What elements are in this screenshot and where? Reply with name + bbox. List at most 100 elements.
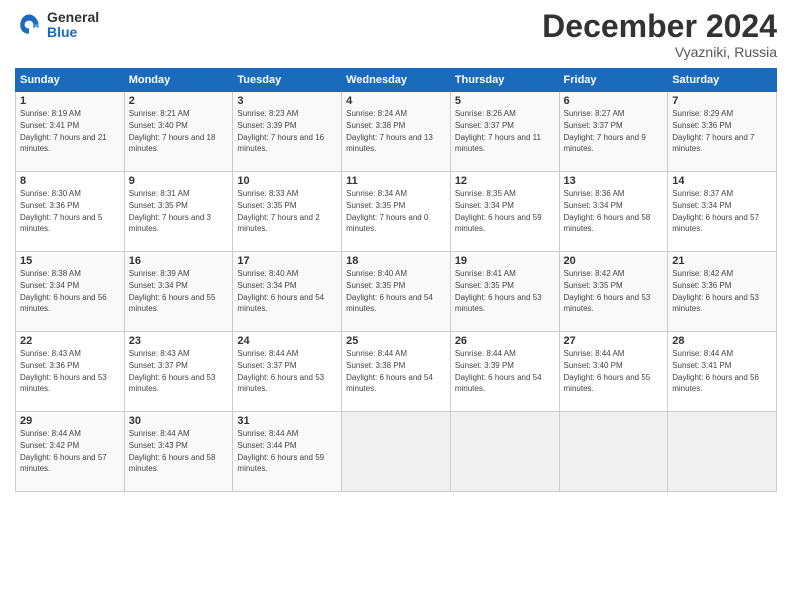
day-number: 6 [564, 95, 664, 107]
day-number: 28 [672, 335, 772, 347]
calendar-cell: 3Sunrise: 8:23 AMSunset: 3:39 PMDaylight… [233, 92, 342, 172]
month-title: December 2024 [542, 10, 777, 42]
calendar-cell: 12 Sunrise: 8:35 AMSunset: 3:34 PMDayligh… [450, 172, 559, 252]
col-header-saturday: Saturday [668, 69, 777, 92]
calendar-cell: 23 Sunrise: 8:43 AMSunset: 3:37 PMDayligh… [124, 332, 233, 412]
calendar-cell: 4 Sunrise: 8:24 AMSunset: 3:38 PMDaylight… [342, 92, 451, 172]
day-number: 18 [346, 255, 446, 267]
day-detail: Sunrise: 8:40 AMSunset: 3:35 PMDaylight:… [346, 269, 433, 313]
calendar-cell: 6 Sunrise: 8:27 AMSunset: 3:37 PMDaylight… [559, 92, 668, 172]
calendar-cell: 2Sunrise: 8:21 AMSunset: 3:40 PMDaylight… [124, 92, 233, 172]
calendar-cell: 11 Sunrise: 8:34 AMSunset: 3:35 PMDayligh… [342, 172, 451, 252]
week-row-3: 15 Sunrise: 8:38 AMSunset: 3:34 PMDayligh… [16, 252, 777, 332]
calendar-cell: 17 Sunrise: 8:40 AMSunset: 3:34 PMDayligh… [233, 252, 342, 332]
logo: General Blue [15, 10, 99, 41]
day-detail: Sunrise: 8:40 AMSunset: 3:34 PMDaylight:… [237, 269, 324, 313]
page-container: General Blue December 2024 Vyazniki, Rus… [0, 0, 792, 502]
calendar-cell: 5Sunrise: 8:26 AMSunset: 3:37 PMDaylight… [450, 92, 559, 172]
page-header: General Blue December 2024 Vyazniki, Rus… [15, 10, 777, 60]
day-number: 2 [129, 95, 229, 107]
col-header-tuesday: Tuesday [233, 69, 342, 92]
day-detail: Sunrise: 8:30 AMSunset: 3:36 PMDaylight:… [20, 189, 102, 233]
day-detail: Sunrise: 8:39 AMSunset: 3:34 PMDaylight:… [129, 269, 216, 313]
day-detail: Sunrise: 8:44 AMSunset: 3:39 PMDaylight:… [455, 349, 542, 393]
day-number: 10 [237, 175, 337, 187]
day-detail: Sunrise: 8:41 AMSunset: 3:35 PMDaylight:… [455, 269, 542, 313]
day-number: 20 [564, 255, 664, 267]
day-detail: Sunrise: 8:42 AMSunset: 3:36 PMDaylight:… [672, 269, 759, 313]
day-detail: Sunrise: 8:24 AMSunset: 3:38 PMDaylight:… [346, 109, 433, 153]
week-row-2: 8 Sunrise: 8:30 AMSunset: 3:36 PMDaylight… [16, 172, 777, 252]
calendar-table: SundayMondayTuesdayWednesdayThursdayFrid… [15, 68, 777, 492]
day-number: 14 [672, 175, 772, 187]
day-number: 11 [346, 175, 446, 187]
header-row: SundayMondayTuesdayWednesdayThursdayFrid… [16, 69, 777, 92]
calendar-cell: 26 Sunrise: 8:44 AMSunset: 3:39 PMDayligh… [450, 332, 559, 412]
col-header-wednesday: Wednesday [342, 69, 451, 92]
day-detail: Sunrise: 8:34 AMSunset: 3:35 PMDaylight:… [346, 189, 428, 233]
day-detail: Sunrise: 8:23 AMSunset: 3:39 PMDaylight:… [237, 109, 324, 153]
day-number: 8 [20, 175, 120, 187]
location: Vyazniki, Russia [542, 44, 777, 60]
title-block: December 2024 Vyazniki, Russia [542, 10, 777, 60]
day-number: 17 [237, 255, 337, 267]
logo-text: General Blue [47, 10, 99, 41]
calendar-cell [342, 412, 451, 492]
calendar-cell: 22Sunrise: 8:43 AMSunset: 3:36 PMDayligh… [16, 332, 125, 412]
day-number: 12 [455, 175, 555, 187]
day-number: 16 [129, 255, 229, 267]
day-detail: Sunrise: 8:37 AMSunset: 3:34 PMDaylight:… [672, 189, 759, 233]
day-detail: Sunrise: 8:44 AMSunset: 3:41 PMDaylight:… [672, 349, 759, 393]
calendar-cell: 25 Sunrise: 8:44 AMSunset: 3:38 PMDayligh… [342, 332, 451, 412]
calendar-cell: 21 Sunrise: 8:42 AMSunset: 3:36 PMDayligh… [668, 252, 777, 332]
day-detail: Sunrise: 8:44 AMSunset: 3:43 PMDaylight:… [129, 429, 216, 473]
day-number: 23 [129, 335, 229, 347]
week-row-1: 1Sunrise: 8:19 AMSunset: 3:41 PMDaylight… [16, 92, 777, 172]
day-detail: Sunrise: 8:31 AMSunset: 3:35 PMDaylight:… [129, 189, 211, 233]
day-number: 26 [455, 335, 555, 347]
week-row-4: 22Sunrise: 8:43 AMSunset: 3:36 PMDayligh… [16, 332, 777, 412]
calendar-cell: 29 Sunrise: 8:44 AMSunset: 3:42 PMDayligh… [16, 412, 125, 492]
day-number: 15 [20, 255, 120, 267]
calendar-cell: 9Sunrise: 8:31 AMSunset: 3:35 PMDaylight… [124, 172, 233, 252]
calendar-cell: 30 Sunrise: 8:44 AMSunset: 3:43 PMDayligh… [124, 412, 233, 492]
day-number: 21 [672, 255, 772, 267]
day-number: 13 [564, 175, 664, 187]
day-number: 30 [129, 415, 229, 427]
calendar-cell: 8 Sunrise: 8:30 AMSunset: 3:36 PMDaylight… [16, 172, 125, 252]
day-detail: Sunrise: 8:44 AMSunset: 3:42 PMDaylight:… [20, 429, 107, 473]
day-number: 31 [237, 415, 337, 427]
calendar-cell [450, 412, 559, 492]
calendar-cell: 15 Sunrise: 8:38 AMSunset: 3:34 PMDayligh… [16, 252, 125, 332]
day-number: 22 [20, 335, 120, 347]
calendar-cell: 27 Sunrise: 8:44 AMSunset: 3:40 PMDayligh… [559, 332, 668, 412]
calendar-cell [668, 412, 777, 492]
day-detail: Sunrise: 8:35 AMSunset: 3:34 PMDaylight:… [455, 189, 542, 233]
col-header-sunday: Sunday [16, 69, 125, 92]
logo-general: General [47, 10, 99, 25]
calendar-cell: 13 Sunrise: 8:36 AMSunset: 3:34 PMDayligh… [559, 172, 668, 252]
day-number: 24 [237, 335, 337, 347]
day-number: 25 [346, 335, 446, 347]
day-number: 19 [455, 255, 555, 267]
calendar-cell: 20Sunrise: 8:42 AMSunset: 3:35 PMDayligh… [559, 252, 668, 332]
day-detail: Sunrise: 8:27 AMSunset: 3:37 PMDaylight:… [564, 109, 646, 153]
day-number: 5 [455, 95, 555, 107]
day-detail: Sunrise: 8:38 AMSunset: 3:34 PMDaylight:… [20, 269, 107, 313]
day-detail: Sunrise: 8:44 AMSunset: 3:38 PMDaylight:… [346, 349, 433, 393]
day-detail: Sunrise: 8:33 AMSunset: 3:35 PMDaylight:… [237, 189, 319, 233]
day-detail: Sunrise: 8:36 AMSunset: 3:34 PMDaylight:… [564, 189, 651, 233]
day-detail: Sunrise: 8:44 AMSunset: 3:40 PMDaylight:… [564, 349, 651, 393]
calendar-cell: 16 Sunrise: 8:39 AMSunset: 3:34 PMDayligh… [124, 252, 233, 332]
day-number: 4 [346, 95, 446, 107]
day-number: 27 [564, 335, 664, 347]
logo-icon [15, 11, 43, 39]
calendar-cell: 7Sunrise: 8:29 AMSunset: 3:36 PMDaylight… [668, 92, 777, 172]
calendar-cell: 1Sunrise: 8:19 AMSunset: 3:41 PMDaylight… [16, 92, 125, 172]
day-detail: Sunrise: 8:43 AMSunset: 3:37 PMDaylight:… [129, 349, 216, 393]
calendar-cell: 31Sunrise: 8:44 AMSunset: 3:44 PMDayligh… [233, 412, 342, 492]
calendar-cell: 14 Sunrise: 8:37 AMSunset: 3:34 PMDayligh… [668, 172, 777, 252]
day-number: 29 [20, 415, 120, 427]
day-detail: Sunrise: 8:44 AMSunset: 3:37 PMDaylight:… [237, 349, 324, 393]
calendar-cell: 10 Sunrise: 8:33 AMSunset: 3:35 PMDayligh… [233, 172, 342, 252]
